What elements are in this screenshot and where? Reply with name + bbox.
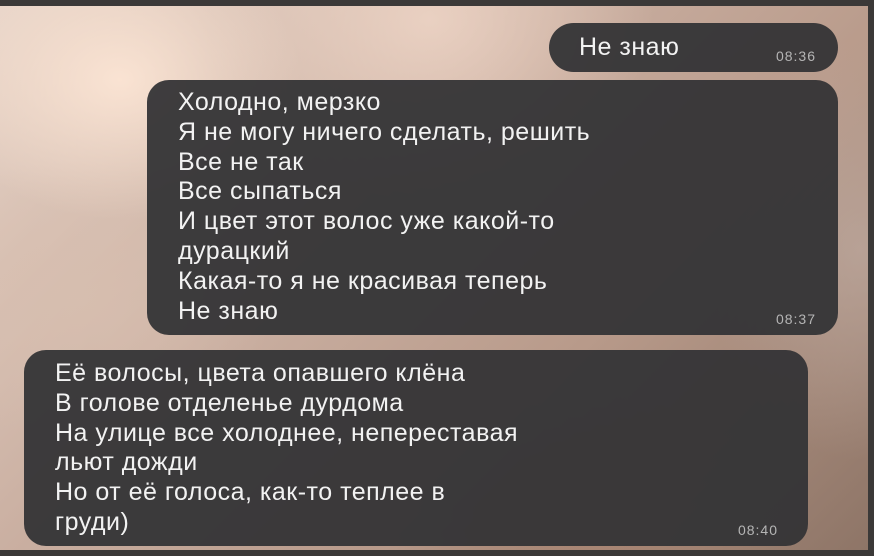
message-text: Не знаю xyxy=(579,33,680,61)
message-time: 08:36 xyxy=(775,48,816,64)
message-time: 08:40 xyxy=(737,522,778,538)
top-edge xyxy=(0,0,874,6)
message-bubble-outgoing[interactable]: Не знаю 08:36 xyxy=(549,23,838,72)
right-edge xyxy=(868,0,874,556)
bottom-edge xyxy=(0,550,874,556)
message-text: Её волосы, цвета опавшего клёна В голове… xyxy=(55,359,519,536)
message-text: Холодно, мерзко Я не могу ничего сделать… xyxy=(178,88,591,325)
message-bubble-outgoing[interactable]: Холодно, мерзко Я не могу ничего сделать… xyxy=(147,80,838,335)
message-time: 08:37 xyxy=(775,311,816,327)
message-bubble-incoming[interactable]: Её волосы, цвета опавшего клёна В голове… xyxy=(24,350,808,546)
